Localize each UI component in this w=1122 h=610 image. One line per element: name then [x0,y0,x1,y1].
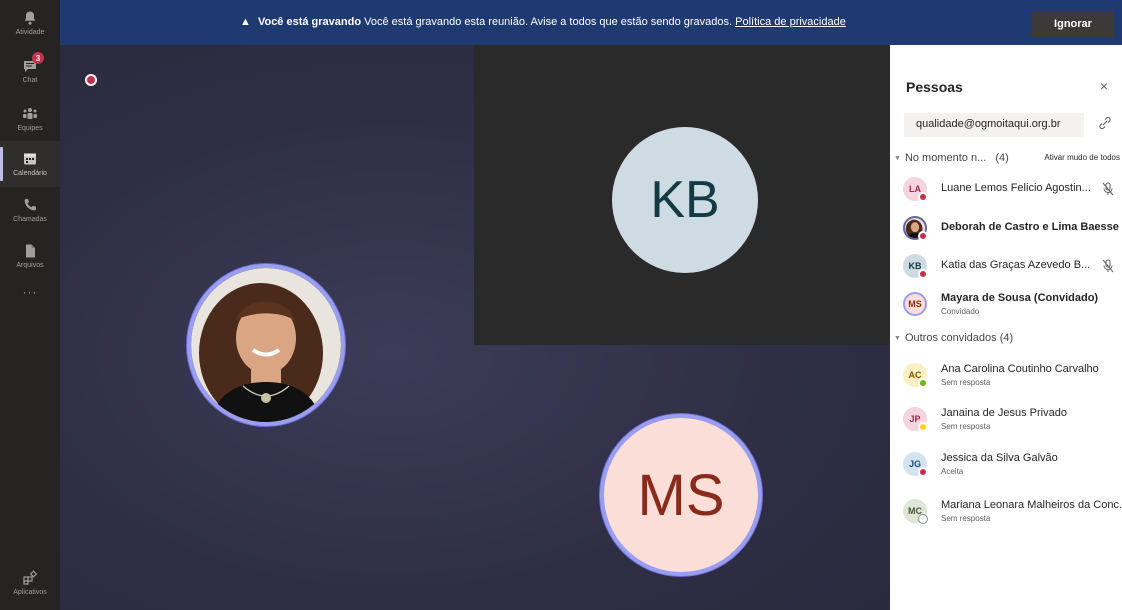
section-others-label: Outros convidados (4) [904,332,1014,344]
close-icon[interactable]: × [1100,78,1108,94]
invitee-row[interactable]: JP Janaina de Jesus Privado Sem resposta [903,403,1122,435]
invitee-name: Jessica da Silva Galvão [941,452,1058,464]
participant-row[interactable]: KB Katia das Graças Azevedo B... [903,250,1122,282]
chat-badge: 3 [32,52,44,64]
invite-input[interactable]: qualidade@ogmoitaqui.org.br [904,113,1084,137]
rail-item-files[interactable]: Arquivos [0,233,60,279]
section-current-count: (4) [995,152,1009,164]
chat-icon: 3 [22,52,44,74]
mic-off-icon [1102,182,1114,196]
portrait-photo [191,268,341,422]
avatar-kb: KB [612,127,758,273]
rail-item-calls[interactable]: Chamadas [0,187,60,233]
invitee-name: Ana Carolina Coutinho Carvalho [941,363,1099,375]
calendar-icon [22,151,38,167]
status-available-icon [918,378,928,388]
status-away-icon [918,422,928,432]
teams-icon [22,106,38,122]
warning-icon: ▲ [240,16,251,28]
participant-name: Deborah de Castro e Lima Baesse [941,221,1119,233]
meeting-stage: KB MS [60,45,890,610]
invitee-name: Mariana Leonara Malheiros da Conc... [941,499,1122,511]
rail-label-apps: Aplicativos [13,589,47,596]
recording-indicator-icon [85,74,97,86]
panel-title: Pessoas [906,79,963,95]
chevron-down-icon: ▼ [894,154,901,162]
rail-label-teams: Equipes [17,125,43,132]
invitee-response: Sem resposta [941,422,991,431]
invitee-response: Sem resposta [941,378,991,387]
section-others[interactable]: ▼ Outros convidados (4) [894,332,1013,344]
video-tile-kb[interactable]: KB [474,45,890,345]
rail-item-chat[interactable]: 3 Chat [0,48,60,94]
participant-name: Mayara de Sousa (Convidado) [941,292,1099,304]
people-panel: Pessoas × qualidade@ogmoitaqui.org.br ▼ N… [890,45,1122,610]
rail-item-apps[interactable]: Aplicativos [0,560,60,606]
participant-name: Luane Lemos Felicio Agostin... [941,182,1091,194]
section-current-label: No momento n... [904,152,987,164]
rail-label-files: Arquivos [16,262,44,269]
privacy-policy-link[interactable]: Política de privacidade [735,16,846,28]
rail-label-chat: Chat [22,77,38,84]
rail-item-more[interactable]: ··· [0,274,60,310]
avatar-photo-deborah[interactable] [187,264,345,426]
rail-item-calendar[interactable]: Calendário [0,141,60,187]
avatar-ms-initials: MS [637,462,725,528]
rail-label-activity: Atividade [15,29,45,36]
invitee-response: Aceita [941,467,964,476]
invitee-row[interactable]: JG Jessica da Silva Galvão Aceita [903,448,1122,480]
status-busy-icon [918,467,928,477]
recording-banner: ▲ Você está gravando Você está gravando … [60,0,1122,45]
ignore-button[interactable]: Ignorar [1032,11,1114,37]
banner-title: Você está gravando [257,16,362,28]
link-icon[interactable] [1098,116,1112,130]
status-offline-icon [918,514,928,524]
rail-label-calls: Chamadas [13,216,47,223]
invitee-response: Sem resposta [941,514,991,523]
status-busy-icon [918,231,928,241]
status-busy-icon [918,192,928,202]
mute-all-button[interactable]: Ativar mudo de todos [1044,153,1120,162]
apps-icon [22,570,38,586]
participant-row[interactable]: Deborah de Castro e Lima Baesse [903,212,1122,244]
bell-icon [22,10,38,26]
participant-row[interactable]: LA Luane Lemos Felicio Agostin... [903,173,1122,205]
rail-label-calendar: Calendário [13,170,47,177]
banner-text: ▲ Você está gravando Você está gravando … [240,16,846,28]
invitee-name: Janaina de Jesus Privado [941,407,1067,419]
chevron-down-icon: ▼ [894,334,901,342]
rail-item-activity[interactable]: Atividade [0,0,60,46]
avatar-ms[interactable]: MS [600,414,762,576]
file-icon [22,243,38,259]
rail-item-teams[interactable]: Equipes [0,96,60,142]
participant-name: Katia das Graças Azevedo B... [941,259,1091,271]
section-current[interactable]: ▼ No momento n... (4) [894,152,1009,164]
status-busy-icon [918,269,928,279]
more-icon: ··· [22,285,38,299]
phone-icon [22,197,38,213]
invitee-row[interactable]: AC Ana Carolina Coutinho Carvalho Sem re… [903,359,1122,391]
mic-off-icon [1102,259,1114,273]
participant-role: Convidado [941,307,980,316]
banner-message: Você está gravando esta reunião. Avise a… [364,16,733,28]
app-rail: Atividade 3 Chat Equipes Calendário Cham… [0,0,60,610]
participant-row[interactable]: MS Mayara de Sousa (Convidado) Convidado [903,288,1122,320]
invitee-row[interactable]: MC Mariana Leonara Malheiros da Conc... … [903,495,1122,527]
avatar: MS [903,292,927,316]
